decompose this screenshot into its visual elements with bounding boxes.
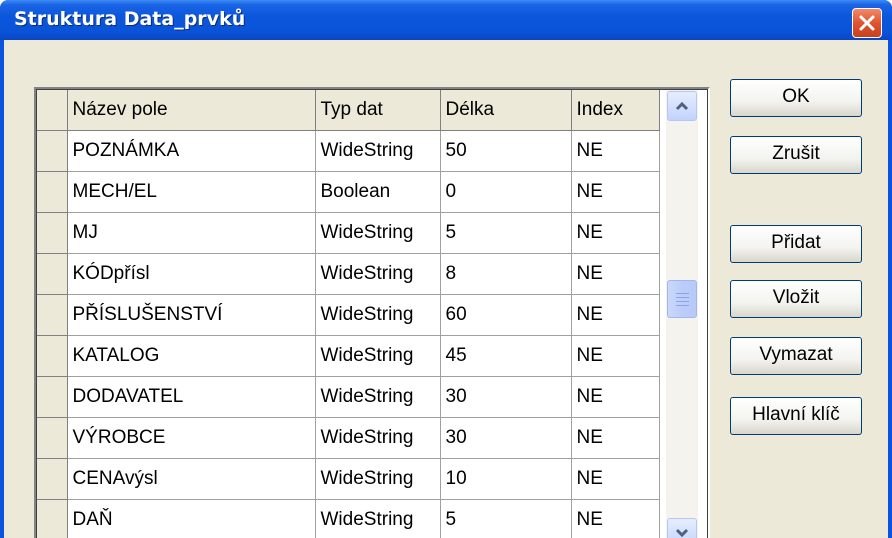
row-indicator[interactable] bbox=[37, 171, 68, 213]
cell-length[interactable]: 30 bbox=[440, 417, 572, 459]
column-header-field-name[interactable]: Název pole bbox=[67, 90, 316, 131]
cell-length[interactable]: 5 bbox=[440, 212, 572, 254]
table-row[interactable]: DAŇ WideString 5 NE bbox=[37, 499, 660, 538]
scroll-down-button[interactable] bbox=[667, 518, 697, 538]
field-structure-grid: Název pole Typ dat Délka Index POZNÁMKA … bbox=[34, 87, 710, 538]
field-table: Název pole Typ dat Délka Index POZNÁMKA … bbox=[37, 90, 660, 538]
cell-data-type[interactable]: WideString bbox=[315, 212, 441, 254]
delete-field-button[interactable]: Vymazat bbox=[730, 337, 862, 375]
cell-length[interactable]: 5 bbox=[440, 499, 572, 538]
row-indicator[interactable] bbox=[37, 376, 68, 418]
cell-index[interactable]: NE bbox=[571, 212, 660, 254]
scroll-thumb[interactable] bbox=[667, 280, 697, 318]
cell-length[interactable]: 0 bbox=[440, 171, 572, 213]
table-row[interactable]: DODAVATEL WideString 30 NE bbox=[37, 376, 660, 418]
primary-key-button[interactable]: Hlavní klíč bbox=[730, 397, 862, 435]
cell-field-name[interactable]: POZNÁMKA bbox=[67, 130, 316, 172]
cell-data-type[interactable]: WideString bbox=[315, 130, 441, 172]
cell-index[interactable]: NE bbox=[571, 499, 660, 538]
cell-data-type[interactable]: WideString bbox=[315, 417, 441, 459]
cell-field-name[interactable]: DODAVATEL bbox=[67, 376, 316, 418]
row-indicator[interactable] bbox=[37, 335, 68, 377]
cell-index[interactable]: NE bbox=[571, 253, 660, 295]
table-row[interactable]: POZNÁMKA WideString 50 NE bbox=[37, 130, 660, 172]
arrow-up-icon bbox=[675, 101, 689, 111]
row-indicator[interactable] bbox=[37, 130, 68, 172]
row-indicator[interactable] bbox=[37, 253, 68, 295]
cell-index[interactable]: NE bbox=[571, 376, 660, 418]
add-field-button[interactable]: Přidat bbox=[730, 225, 862, 263]
cell-index[interactable]: NE bbox=[571, 294, 660, 336]
cell-field-name[interactable]: VÝROBCE bbox=[67, 417, 316, 459]
scroll-thumb-grip bbox=[676, 305, 689, 306]
cell-data-type[interactable]: WideString bbox=[315, 458, 441, 500]
cell-length[interactable]: 50 bbox=[440, 130, 572, 172]
cell-length[interactable]: 60 bbox=[440, 294, 572, 336]
cell-field-name[interactable]: PŘÍSLUŠENSTVÍ bbox=[67, 294, 316, 336]
cell-length[interactable]: 45 bbox=[440, 335, 572, 377]
cell-field-name[interactable]: MJ bbox=[67, 212, 316, 254]
vertical-scrollbar[interactable] bbox=[666, 90, 698, 538]
scroll-thumb-grip bbox=[676, 301, 689, 302]
title-bar[interactable]: Struktura Data_prvků bbox=[0, 0, 892, 40]
arrow-down-icon bbox=[675, 528, 689, 538]
row-indicator[interactable] bbox=[37, 212, 68, 254]
cell-data-type[interactable]: Boolean bbox=[315, 171, 441, 213]
cell-data-type[interactable]: WideString bbox=[315, 499, 441, 538]
cell-field-name[interactable]: KATALOG bbox=[67, 335, 316, 377]
insert-field-button[interactable]: Vložit bbox=[730, 280, 862, 318]
cell-field-name[interactable]: MECH/EL bbox=[67, 171, 316, 213]
cell-index[interactable]: NE bbox=[571, 417, 660, 459]
close-x-icon bbox=[859, 15, 875, 31]
header-indicator-cell bbox=[37, 90, 68, 131]
column-header-length[interactable]: Délka bbox=[440, 90, 572, 131]
column-header-index[interactable]: Index bbox=[571, 90, 660, 131]
dialog-client-area: Název pole Typ dat Délka Index POZNÁMKA … bbox=[4, 40, 888, 538]
dialog-window: Struktura Data_prvků Název pole Typ dat … bbox=[0, 0, 892, 538]
cell-length[interactable]: 8 bbox=[440, 253, 572, 295]
table-row[interactable]: VÝROBCE WideString 30 NE bbox=[37, 417, 660, 459]
row-indicator[interactable] bbox=[37, 294, 68, 336]
cell-data-type[interactable]: WideString bbox=[315, 253, 441, 295]
cell-data-type[interactable]: WideString bbox=[315, 335, 441, 377]
table-row[interactable]: KATALOG WideString 45 NE bbox=[37, 335, 660, 377]
cancel-button[interactable]: Zrušit bbox=[730, 136, 862, 174]
row-indicator[interactable] bbox=[37, 458, 68, 500]
cell-index[interactable]: NE bbox=[571, 458, 660, 500]
scroll-thumb-grip bbox=[676, 297, 689, 298]
close-button[interactable] bbox=[852, 8, 882, 38]
scroll-thumb-grip bbox=[676, 293, 689, 294]
row-indicator[interactable] bbox=[37, 417, 68, 459]
table-header-row: Název pole Typ dat Délka Index bbox=[37, 90, 660, 131]
cell-field-name[interactable]: DAŇ bbox=[67, 499, 316, 538]
column-header-data-type[interactable]: Typ dat bbox=[315, 90, 441, 131]
cell-length[interactable]: 30 bbox=[440, 376, 572, 418]
cell-index[interactable]: NE bbox=[571, 335, 660, 377]
row-indicator[interactable] bbox=[37, 499, 68, 538]
grid-viewport: Název pole Typ dat Délka Index POZNÁMKA … bbox=[36, 89, 708, 538]
cell-data-type[interactable]: WideString bbox=[315, 294, 441, 336]
window-title: Struktura Data_prvků bbox=[14, 8, 246, 30]
cell-index[interactable]: NE bbox=[571, 171, 660, 213]
table-row[interactable]: MJ WideString 5 NE bbox=[37, 212, 660, 254]
cell-field-name[interactable]: KÓDpřísl bbox=[67, 253, 316, 295]
ok-button[interactable]: OK bbox=[730, 79, 862, 117]
table-row[interactable]: KÓDpřísl WideString 8 NE bbox=[37, 253, 660, 295]
scroll-up-button[interactable] bbox=[667, 91, 697, 121]
cell-field-name[interactable]: CENAvýsl bbox=[67, 458, 316, 500]
cell-data-type[interactable]: WideString bbox=[315, 376, 441, 418]
table-row[interactable]: MECH/EL Boolean 0 NE bbox=[37, 171, 660, 213]
cell-length[interactable]: 10 bbox=[440, 458, 572, 500]
table-row[interactable]: PŘÍSLUŠENSTVÍ WideString 60 NE bbox=[37, 294, 660, 336]
cell-index[interactable]: NE bbox=[571, 130, 660, 172]
table-row[interactable]: CENAvýsl WideString 10 NE bbox=[37, 458, 660, 500]
